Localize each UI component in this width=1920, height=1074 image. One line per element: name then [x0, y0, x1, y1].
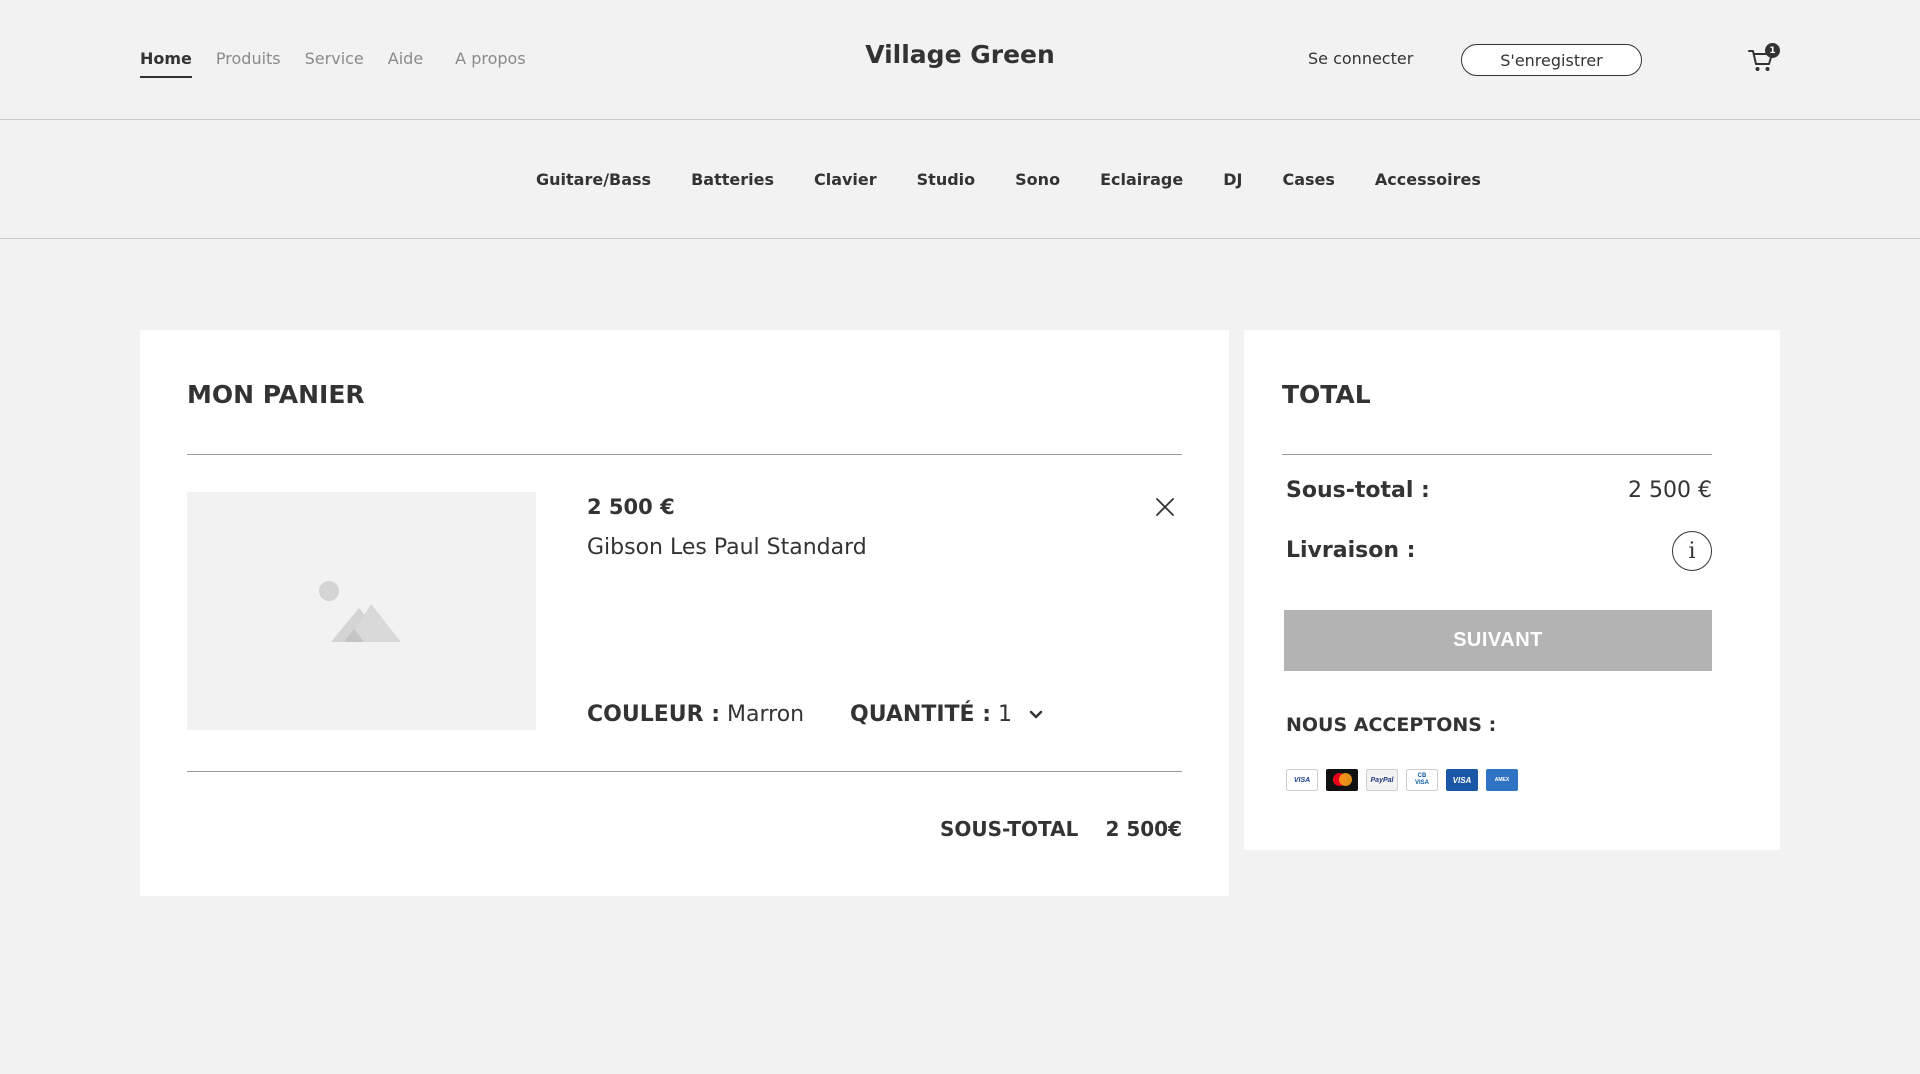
accepted-payments-label: NOUS ACCEPTONS : [1286, 714, 1497, 736]
quantity-value[interactable]: 1 [998, 702, 1012, 727]
color-label: COULEUR : [587, 702, 721, 727]
visa-electron-logo: VISA [1446, 769, 1478, 791]
cart-subtotal-value: 2 500€ [1105, 817, 1182, 841]
category-cases[interactable]: Cases [1282, 169, 1334, 191]
cart-count-badge: 1 [1765, 43, 1780, 58]
cart-title: MON PANIER [187, 380, 365, 409]
item-name[interactable]: Gibson Les Paul Standard [587, 535, 867, 560]
item-price: 2 500 € [587, 495, 675, 519]
category-bar: Guitare/Bass Batteries Clavier Studio So… [0, 121, 1920, 239]
category-accessoires[interactable]: Accessoires [1375, 169, 1481, 191]
color-value: Marron [727, 702, 805, 727]
page: Home Produits Service Aide A propos Vill… [0, 0, 1920, 1074]
cart-subtotal-label: SOUS-TOTAL [940, 817, 1079, 841]
divider [1282, 454, 1712, 455]
visa-logo: VISA [1286, 769, 1318, 791]
category-studio[interactable]: Studio [917, 169, 976, 191]
paypal-logo: PayPal [1366, 769, 1398, 791]
top-header: Home Produits Service Aide A propos Vill… [0, 0, 1920, 120]
quantity-selector[interactable]: QUANTITÉ : 1 [850, 702, 1043, 727]
total-title: TOTAL [1282, 380, 1371, 409]
image-placeholder-icon [319, 581, 401, 642]
category-sono[interactable]: Sono [1015, 169, 1060, 191]
category-dj[interactable]: DJ [1223, 169, 1242, 191]
total-subtotal-value: 2 500 € [1628, 478, 1712, 503]
total-subtotal-label: Sous-total : [1286, 478, 1430, 503]
next-button[interactable]: SUIVANT [1284, 610, 1712, 671]
category-list: Guitare/Bass Batteries Clavier Studio So… [536, 169, 1521, 191]
cb-logo: CB VISA [1406, 769, 1438, 791]
product-image[interactable] [187, 492, 536, 730]
category-batteries[interactable]: Batteries [691, 169, 774, 191]
cart-panel: MON PANIER 2 500 € Gibson Les Paul Stand… [140, 330, 1229, 896]
close-icon [1156, 498, 1174, 516]
category-eclairage[interactable]: Eclairage [1100, 169, 1183, 191]
amex-logo: AMEX [1486, 769, 1518, 791]
category-guitare-bass[interactable]: Guitare/Bass [536, 169, 651, 191]
register-button[interactable]: S'enregistrer [1461, 44, 1642, 76]
item-color: COULEUR : Marron [587, 702, 804, 727]
remove-item-button[interactable] [1154, 496, 1176, 518]
total-panel: TOTAL Sous-total : 2 500 € Livraison : i… [1244, 330, 1780, 850]
mastercard-logo [1326, 769, 1358, 791]
login-link[interactable]: Se connecter [1308, 49, 1413, 68]
divider [187, 454, 1182, 455]
quantity-label: QUANTITÉ : [850, 702, 992, 727]
category-clavier[interactable]: Clavier [814, 169, 877, 191]
chevron-down-icon[interactable] [1029, 710, 1043, 720]
shipping-label: Livraison : [1286, 538, 1416, 563]
cart-button[interactable]: 1 [1746, 43, 1780, 76]
info-icon[interactable]: i [1672, 531, 1712, 571]
divider [187, 771, 1182, 772]
payment-methods: VISA PayPal CB VISA VISA AMEX [1286, 769, 1526, 791]
